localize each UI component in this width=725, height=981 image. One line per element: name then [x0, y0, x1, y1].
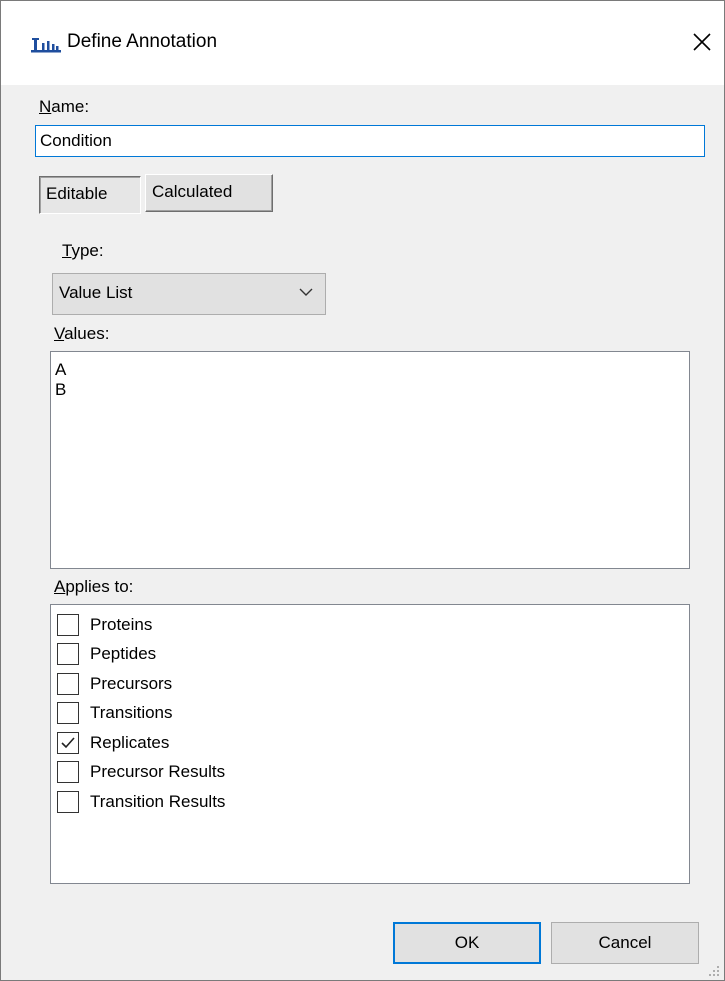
type-selected-value: Value List: [59, 283, 133, 302]
applies-to-checklist[interactable]: Proteins Peptides Precursors Transitions Rep…: [50, 604, 690, 884]
applies-to-item-label: Replicates: [90, 732, 170, 752]
values-textarea[interactable]: A B: [50, 351, 690, 569]
close-icon: [693, 33, 711, 51]
name-field[interactable]: [35, 125, 705, 157]
applies-to-item[interactable]: Peptides: [51, 640, 689, 670]
name-label: Name:: [39, 97, 90, 116]
applies-to-item[interactable]: Proteins: [51, 610, 689, 640]
define-annotation-dialog: Define Annotation Name: Editable Calcula…: [0, 0, 725, 981]
applies-to-item-label: Precursors: [90, 673, 173, 693]
checkbox[interactable]: [57, 731, 79, 754]
calculated-toggle-button[interactable]: Calculated: [145, 174, 273, 212]
type-dropdown[interactable]: Value List: [52, 273, 326, 315]
checkbox[interactable]: [57, 672, 79, 695]
editable-toggle-button[interactable]: Editable: [39, 176, 141, 214]
checkbox[interactable]: [57, 643, 79, 666]
applies-to-label: Applies to:: [54, 577, 134, 596]
app-icon: [31, 38, 61, 53]
checkbox[interactable]: [57, 702, 79, 725]
applies-to-item[interactable]: Precursors: [51, 669, 689, 699]
value-item: A: [55, 360, 67, 379]
applies-to-item[interactable]: Precursor Results: [51, 758, 689, 788]
close-button[interactable]: [687, 27, 717, 57]
applies-to-item-label: Proteins: [90, 614, 153, 634]
checkbox[interactable]: [57, 613, 79, 636]
resize-grip-icon[interactable]: [708, 964, 720, 976]
applies-to-item-label: Peptides: [90, 644, 157, 664]
checkbox[interactable]: [57, 761, 79, 784]
applies-to-item[interactable]: Replicates: [51, 728, 689, 758]
title-bar[interactable]: Define Annotation: [1, 1, 724, 85]
checkmark-icon: [61, 737, 75, 748]
checkbox[interactable]: [57, 790, 79, 813]
window-title: Define Annotation: [67, 31, 218, 52]
applies-to-item-label: Precursor Results: [90, 762, 226, 782]
applies-to-item[interactable]: Transition Results: [51, 787, 689, 817]
applies-to-item[interactable]: Transitions: [51, 699, 689, 729]
applies-to-item-label: Transition Results: [90, 791, 226, 811]
values-label: Values:: [54, 324, 110, 343]
applies-to-item-label: Transitions: [90, 703, 173, 723]
chevron-down-icon: [299, 288, 313, 296]
ok-button[interactable]: OK: [393, 922, 541, 964]
type-label: Type:: [62, 241, 104, 260]
cancel-button[interactable]: Cancel: [551, 922, 699, 964]
value-item: B: [55, 380, 67, 399]
